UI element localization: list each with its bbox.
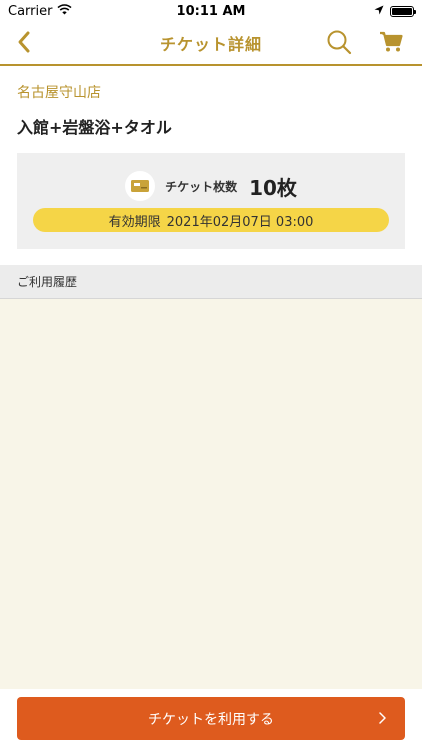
location-arrow-icon	[374, 4, 384, 19]
nav-bar: チケット詳細	[0, 22, 422, 66]
expiry-value: 2021年02月07日 03:00	[166, 214, 314, 230]
status-left: Carrier	[8, 3, 73, 19]
page-title: チケット詳細	[159, 35, 262, 54]
use-ticket-label: チケットを利用する	[148, 711, 274, 728]
ticket-card-icon	[125, 171, 156, 201]
history-header: ご利用履歴	[0, 265, 422, 299]
ticket-count-label: チケット枚数	[165, 179, 238, 194]
search-button[interactable]	[324, 29, 354, 59]
status-bar: Carrier 10:11 AM	[0, 0, 422, 22]
cart-button[interactable]	[376, 29, 406, 59]
wifi-icon	[57, 3, 73, 19]
back-button[interactable]	[10, 30, 38, 58]
use-ticket-button[interactable]: チケットを利用する	[17, 697, 405, 740]
store-name: 名古屋守山店	[17, 85, 101, 101]
carrier-label: Carrier	[8, 3, 53, 19]
chevron-right-icon	[378, 711, 387, 729]
search-icon	[326, 29, 352, 59]
history-header-label: ご利用履歴	[17, 275, 78, 289]
history-list	[0, 299, 422, 689]
ticket-count-value: 10枚	[249, 175, 297, 200]
ticket-name: 入館+岩盤浴+タオル	[17, 118, 172, 137]
chevron-left-icon	[16, 30, 32, 58]
expiry-label: 有効期限	[108, 214, 161, 230]
bottom-bar: チケットを利用する	[0, 689, 422, 750]
expiry-badge: 有効期限 2021年02月07日 03:00	[33, 208, 389, 232]
status-right	[374, 4, 416, 19]
ticket-count-row: チケット枚数 10枚	[17, 169, 405, 203]
cart-icon	[379, 31, 403, 57]
battery-icon	[390, 5, 416, 17]
ticket-summary-card: チケット枚数 10枚 有効期限 2021年02月07日 03:00	[17, 153, 405, 249]
